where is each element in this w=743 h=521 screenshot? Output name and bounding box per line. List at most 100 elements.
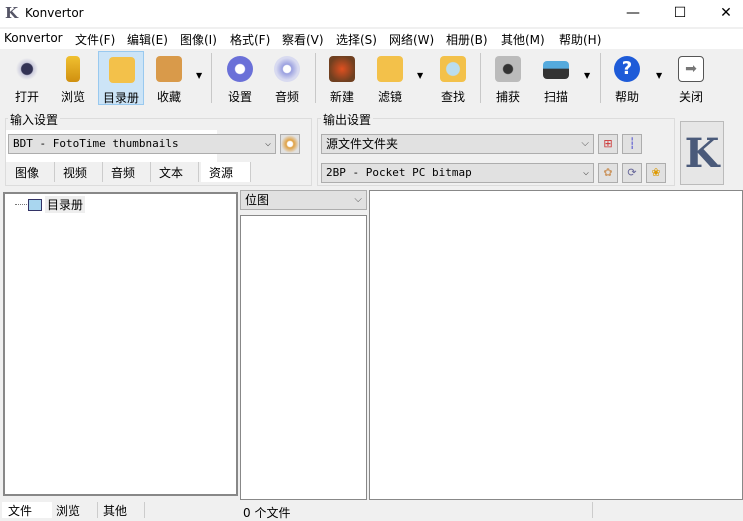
tab-video[interactable]: 视频 [55, 162, 103, 182]
separator [600, 53, 601, 103]
chevron-down-icon: ⌵ [581, 138, 589, 149]
chevron-down-icon: ⌵ [582, 167, 589, 178]
app-logo-icon: K [5, 4, 19, 22]
input-format-select[interactable]: BDT - FotoTime thumbnails ⌵ [8, 134, 276, 154]
file-list[interactable] [240, 215, 367, 500]
output-options-button[interactable]: ✿ [598, 163, 618, 183]
filter-value: 位图 [245, 193, 270, 207]
audio-label: 音频 [274, 90, 299, 104]
toolbar: 打开 浏览 目录册 收藏 ▼ 设置 音频 新建 滤镜 ▼ 查找 捕获 扫描 ▼ … [0, 49, 743, 109]
flower-button[interactable]: ❀ [646, 163, 666, 183]
favorites-folder-icon [156, 56, 182, 82]
tab-browse[interactable]: 浏览 [53, 502, 98, 518]
menu-other[interactable]: 其他(M) [501, 31, 545, 48]
separator [315, 53, 316, 103]
tab-audio[interactable]: 音频 [103, 162, 151, 182]
status-divider [592, 502, 593, 518]
output-settings-label: 输出设置 [321, 111, 374, 128]
menu-konvertor[interactable]: Konvertor [4, 31, 63, 45]
cd-gear-icon [274, 56, 300, 82]
help-button[interactable]: ? 帮助 [604, 51, 650, 105]
favorites-dropdown[interactable]: ▼ [196, 71, 202, 80]
menu-network[interactable]: 网络(W) [389, 31, 434, 48]
new-label: 新建 [329, 90, 354, 104]
folder-tree-button[interactable]: ⊞ [598, 134, 618, 154]
menu-file[interactable]: 文件(F) [75, 31, 115, 48]
tab-other[interactable]: 其他 [100, 502, 145, 518]
browse-label: 浏览 [60, 90, 85, 104]
scan-label: 扫描 [543, 90, 568, 104]
camera-icon [495, 56, 521, 82]
catalog-button[interactable]: 目录册 [98, 51, 144, 105]
capture-label: 捕获 [495, 90, 520, 104]
find-button[interactable]: 查找 [430, 51, 476, 105]
minimize-button[interactable]: — [610, 2, 656, 24]
close-button[interactable]: ➡ 关闭 [668, 51, 714, 105]
filters-dropdown[interactable]: ▼ [417, 71, 423, 80]
catalog-folder-icon [109, 57, 135, 83]
capture-button[interactable]: 捕获 [485, 51, 531, 105]
help-label: 帮助 [614, 90, 639, 104]
maximize-button[interactable]: ☐ [657, 2, 703, 24]
favorites-label: 收藏 [156, 90, 181, 104]
scan-button[interactable]: 扫描 [533, 51, 579, 105]
favorites-button[interactable]: 收藏 [146, 51, 192, 105]
close-label: 关闭 [678, 90, 703, 104]
tab-resources[interactable]: 资源 [201, 162, 251, 182]
settings-label: 设置 [227, 90, 252, 104]
tab-files[interactable]: 文件 [2, 502, 52, 518]
find-label: 查找 [440, 90, 465, 104]
audio-button[interactable]: 音频 [264, 51, 310, 105]
tab-image[interactable]: 图像 [7, 162, 55, 182]
search-icon [440, 56, 466, 82]
scanner-icon [543, 61, 569, 79]
input-type-tabs: 图像 视频 音频 文本 资源 [7, 162, 252, 182]
gear-icon [227, 56, 253, 82]
settings-button[interactable]: 设置 [217, 51, 263, 105]
menu-edit[interactable]: 编辑(E) [127, 31, 168, 48]
open-button[interactable]: 打开 [4, 51, 50, 105]
status-file-count: 0 个文件 [243, 506, 291, 520]
output-format-value: 2BP - Pocket PC bitmap [326, 166, 472, 179]
output-folder-select[interactable]: 源文件文件夹 ⌵ [321, 134, 594, 154]
folder-icon [28, 199, 42, 211]
output-format-select[interactable]: 2BP - Pocket PC bitmap ⌵ [321, 163, 594, 183]
scan-dropdown[interactable]: ▼ [584, 71, 590, 80]
filter-select[interactable]: 位图 ⌵ [240, 190, 367, 210]
convert-cycle-button[interactable]: ⟳ [622, 163, 642, 183]
menu-album[interactable]: 相册(B) [446, 31, 488, 48]
tab-text[interactable]: 文本 [151, 162, 199, 182]
chevron-down-icon: ⌵ [354, 194, 362, 205]
menu-format[interactable]: 格式(F) [230, 31, 270, 48]
catalog-tree[interactable]: 目录册 [3, 192, 238, 496]
exit-arrow-icon: ➡ [678, 56, 704, 82]
filters-label: 滤镜 [377, 90, 402, 104]
catalog-label: 目录册 [102, 91, 139, 105]
menu-help[interactable]: 帮助(H) [559, 31, 601, 48]
tree-item-catalog[interactable]: 目录册 [45, 196, 86, 213]
preview-pane [369, 190, 743, 500]
open-label: 打开 [14, 90, 39, 104]
separator [211, 53, 212, 103]
konvertor-logo: K [680, 121, 724, 185]
menu-select[interactable]: 选择(S) [336, 31, 377, 48]
new-button[interactable]: 新建 [319, 51, 365, 105]
fruit-basket-icon [329, 56, 355, 82]
menu-bar: Konvertor 文件(F) 编辑(E) 图像(I) 格式(F) 察看(V) … [0, 29, 743, 49]
input-format-value: BDT - FotoTime thumbnails [13, 137, 179, 150]
close-window-button[interactable]: ✕ [703, 2, 743, 24]
eye-icon [14, 56, 40, 82]
filter-folder-icon [377, 56, 403, 82]
tree-connector [15, 204, 27, 205]
folder-path-button[interactable]: ┆ [622, 134, 642, 154]
separator [480, 53, 481, 103]
input-settings-label: 输入设置 [8, 111, 61, 128]
output-folder-value: 源文件文件夹 [326, 137, 399, 151]
browse-button[interactable]: 浏览 [50, 51, 96, 105]
title-bar: K Konvertor — ☐ ✕ [0, 0, 743, 27]
menu-view[interactable]: 察看(V) [282, 31, 324, 48]
help-dropdown[interactable]: ▼ [656, 71, 662, 80]
menu-image[interactable]: 图像(I) [180, 31, 217, 48]
filters-button[interactable]: 滤镜 [367, 51, 413, 105]
input-options-button[interactable] [280, 134, 300, 154]
